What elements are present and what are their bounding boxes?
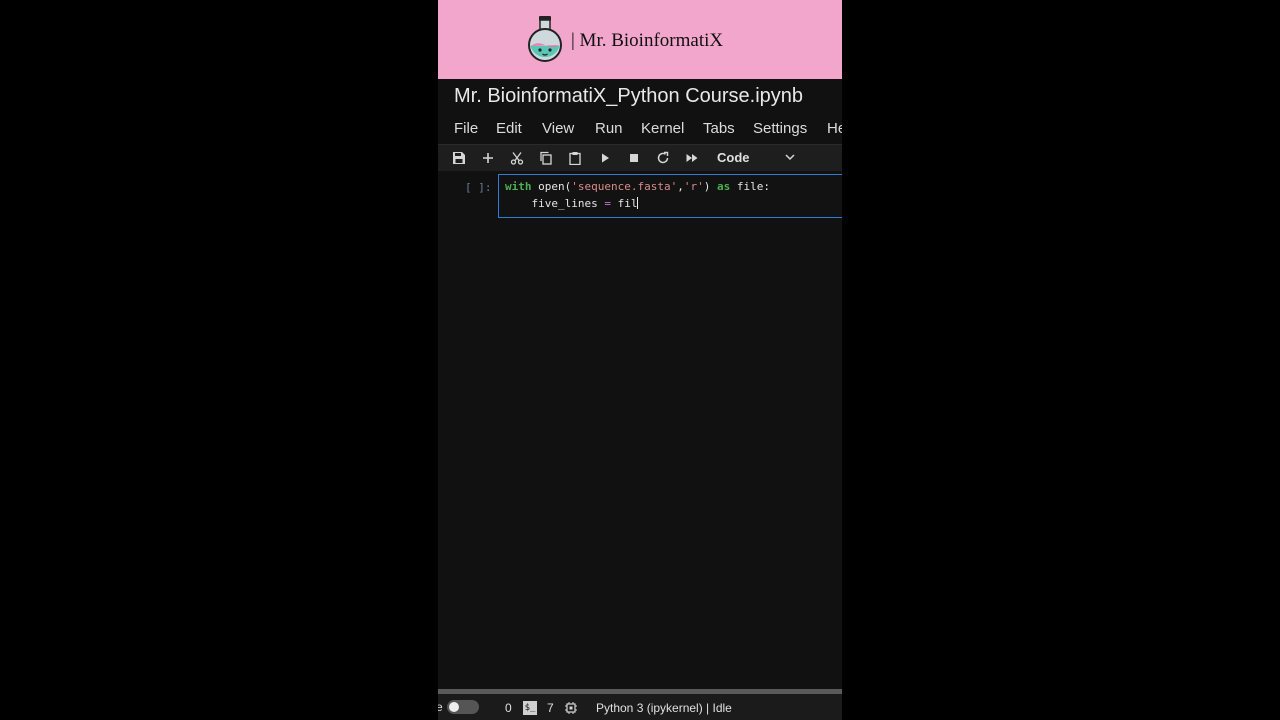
notebook-titlebar: Mr. BioinformatiX_Python Course.ipynb	[438, 79, 842, 114]
menu-tabs[interactable]: Tabs	[703, 120, 735, 137]
copy-icon	[540, 151, 552, 165]
simple-mode-toggle[interactable]	[447, 700, 479, 714]
stop-button[interactable]	[625, 149, 643, 167]
status-bar: e 0 $_ 7 Python 3 (ipykernel) | Idle	[438, 694, 842, 720]
add-cell-button[interactable]	[479, 149, 497, 167]
menu-run[interactable]: Run	[595, 120, 623, 137]
notebook-toolbar: Code	[438, 144, 842, 172]
restart-icon	[657, 151, 669, 164]
video-frame: | Mr. BioinformatiX Mr. BioinformatiX_Py…	[438, 0, 842, 720]
code-partial-input: fil	[617, 197, 638, 210]
chip-icon[interactable]	[564, 701, 578, 715]
menu-settings[interactable]: Settings	[753, 120, 807, 137]
string-filename: 'sequence.fasta'	[571, 180, 678, 193]
fast-forward-icon	[686, 154, 698, 162]
cell-type-select[interactable]: Code	[717, 150, 750, 165]
restart-run-all-button[interactable]	[683, 149, 701, 167]
paste-icon	[569, 152, 581, 165]
brand-name: | Mr. BioinformatiX	[571, 30, 724, 51]
run-icon	[602, 153, 609, 163]
operator-equals: =	[597, 197, 618, 210]
notebook-area: [ ]: with open('sequence.fasta','r') as …	[438, 171, 842, 689]
text-cursor	[637, 197, 639, 209]
terminal-icon[interactable]: $_	[523, 701, 537, 715]
status-edge-text: e	[438, 700, 443, 714]
stop-icon	[630, 154, 638, 162]
code-cell-editor[interactable]: with open('sequence.fasta','r') as file:…	[498, 174, 842, 218]
notebook-title[interactable]: Mr. BioinformatiX_Python Course.ipynb	[454, 85, 803, 108]
toggle-knob	[449, 702, 459, 712]
paste-button[interactable]	[566, 149, 584, 167]
cell-prompt: [ ]:	[465, 181, 492, 194]
menu-edit[interactable]: Edit	[496, 120, 522, 137]
copy-button[interactable]	[537, 149, 555, 167]
add-cell-icon	[483, 153, 493, 163]
menu-help[interactable]: He	[827, 120, 842, 137]
code-line-2: five_lines = fil	[505, 197, 639, 210]
menu-bar: File Edit View Run Kernel Tabs Settings …	[438, 114, 842, 144]
save-button[interactable]	[450, 149, 468, 167]
kernel-status[interactable]: Python 3 (ipykernel) | Idle	[596, 701, 732, 715]
status-count-a[interactable]: 0	[505, 701, 512, 715]
cut-icon	[510, 152, 524, 165]
chevron-down-icon	[785, 154, 795, 161]
status-count-b[interactable]: 7	[547, 701, 554, 715]
menu-file[interactable]: File	[454, 120, 478, 137]
channel-banner: | Mr. BioinformatiX	[438, 0, 842, 79]
code-open-call: open(	[531, 180, 572, 193]
restart-button[interactable]	[654, 149, 672, 167]
keyword-with: with	[505, 180, 532, 193]
menu-view[interactable]: View	[542, 120, 574, 137]
run-button[interactable]	[596, 149, 614, 167]
code-line-1: with open('sequence.fasta','r') as file:	[505, 180, 770, 193]
code-var-file: file:	[730, 180, 770, 193]
cut-button[interactable]	[508, 149, 526, 167]
code-comma: ,	[677, 180, 684, 193]
code-var-five-lines: five_lines	[505, 197, 598, 210]
keyword-as: as	[710, 180, 731, 193]
string-mode: 'r'	[683, 180, 704, 193]
save-icon	[453, 152, 465, 164]
menu-kernel[interactable]: Kernel	[641, 120, 684, 137]
flask-icon	[528, 16, 562, 62]
